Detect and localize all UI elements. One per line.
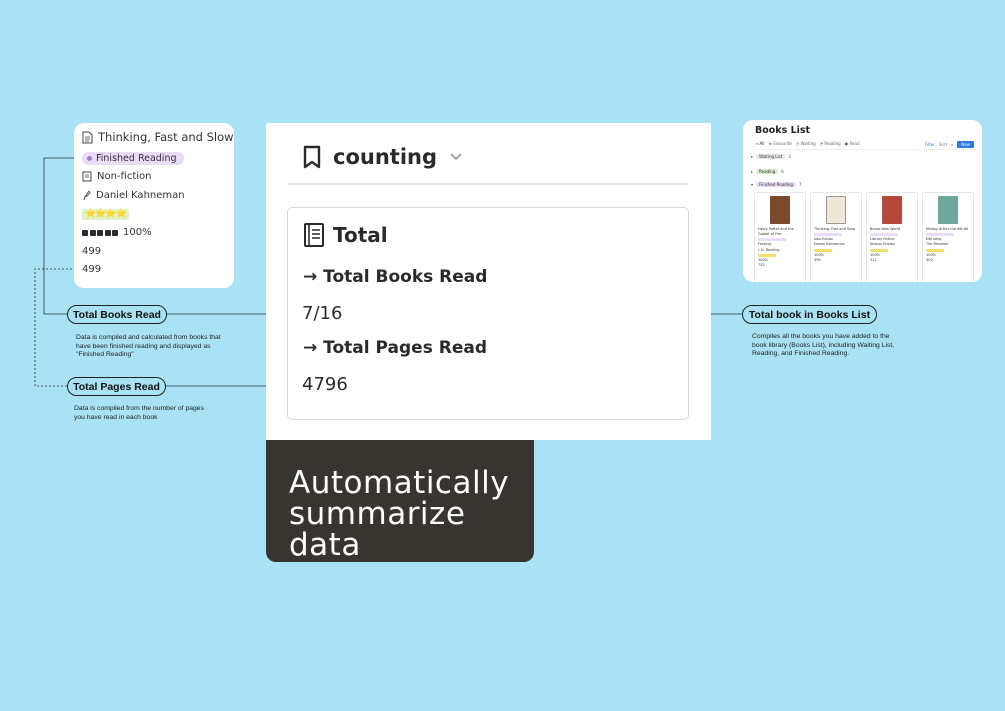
caption-line-1: Automatically [289,465,510,501]
book-cover [826,196,846,224]
tab-waiting[interactable]: ◷ Waiting [796,141,816,146]
tab-reading[interactable]: ◔ Reading [820,141,841,146]
note-total-books-read: Data is compiled and calculated from boo… [76,334,221,358]
new-button[interactable]: New [957,141,974,148]
caption-text: Automatically summarize data [289,468,534,561]
list-toolbar: Filter Sort ⌕ New [925,141,974,148]
book-progress-row: 100% [82,227,152,238]
book-genre-row: Non-fiction [82,171,152,182]
note-total-pages-read: Data is compiled from the number of page… [74,405,204,421]
pages-total: 499 [82,246,102,257]
books-list-tabs: ⌕ All ★ Favourite ◷ Waiting ◔ Reading ● … [756,141,860,146]
view-title: counting [333,145,437,169]
books-list-title: Books List [755,125,811,136]
group-tag: Finished Reading [756,182,796,187]
group-count: 6 [781,169,784,174]
books-list-card[interactable]: Books List ⌕ All ★ Favourite ◷ Waiting ◔… [743,120,982,282]
group-tag: Waiting List [756,154,786,159]
book-genre: Non-fiction [97,171,152,182]
total-pages-read-label: → Total Pages Read [303,338,487,358]
quill-icon [83,190,91,201]
book-pages-total-row: 499 [82,246,101,257]
status-dot-icon [87,156,92,161]
group-finished-reading[interactable]: ▾ Finished Reading 7 [751,182,801,187]
group-count: 3 [788,154,791,159]
chevron-down-icon[interactable]: ▾ [751,182,753,187]
book-icon [82,171,92,182]
tab-divider [755,149,974,150]
total-books-read-value: 7/16 [302,303,343,324]
book-card[interactable]: Harry Potter and the Goblet of Fire Fant… [754,192,806,282]
total-books-read-label: → Total Books Read [303,267,488,287]
callout-total-books-read: Total Books Read [67,305,167,324]
book-rating-row: ⭐⭐⭐⭐ [82,209,129,220]
tab-all[interactable]: ⌕ All [756,141,764,146]
status-badge[interactable]: Finished Reading [82,152,184,165]
callout-total-pages-read: Total Pages Read [67,377,166,396]
sort-button[interactable]: Sort [939,142,947,147]
chevron-right-icon[interactable]: ▸ [751,154,753,159]
section-title: Total [333,223,388,247]
book-author: Daniel Kahneman [96,190,185,201]
caption-line-2: summarize data [289,496,466,563]
counting-panel: counting Total → Total Books Read → Tota… [266,123,711,440]
book-cover [938,196,958,224]
tab-favourite[interactable]: ★ Favourite [768,141,791,146]
group-tag: Reading [756,169,779,174]
book-status-row: Finished Reading [82,152,184,165]
book-author-row: Daniel Kahneman [82,190,185,201]
progress-blocks [82,229,118,236]
chevron-right-icon[interactable]: ▸ [751,169,753,174]
book-card[interactable]: Brave New World Library Fiction Aldous H… [866,192,918,282]
group-waiting-list[interactable]: ▸ Waiting List 3 [751,154,791,159]
chevron-down-icon[interactable] [449,152,463,162]
book-card[interactable]: Thinking, Fast and Slow Non-fiction Dani… [810,192,862,282]
group-count: 7 [798,182,802,187]
book-title: Thinking, Fast and Slow [98,130,234,144]
tab-read[interactable]: ● Read [845,141,860,146]
search-icon[interactable]: ⌕ [951,142,953,147]
note-total-books-list: Compiles all the books you have added to… [752,333,895,357]
group-reading[interactable]: ▸ Reading 6 [751,169,784,174]
rating-stars: ⭐⭐⭐⭐ [82,209,129,220]
book-card[interactable]: Những lá thư của đời tôi Đời sống Tim Ma… [922,192,974,282]
view-header[interactable]: counting [303,145,463,169]
filter-button[interactable]: Filter [925,142,935,147]
books-gallery: Harry Potter and the Goblet of Fire Fant… [754,192,974,282]
book-cover [770,196,790,224]
book-detail-card[interactable]: Thinking, Fast and Slow Finished Reading… [74,123,234,288]
total-heading: Total [303,222,388,248]
book-title-row: Thinking, Fast and Slow [82,130,234,144]
page-icon [82,131,93,143]
callout-total-books-list: Total book in Books List [742,305,877,324]
book-pages-read-row: 499 [82,264,101,275]
progress-percent: 100% [123,227,152,238]
caption-box: Automatically summarize data [266,440,534,562]
book-cover [882,196,902,224]
header-divider [288,183,689,185]
pages-read: 499 [82,264,102,275]
bookmark-icon [303,145,321,169]
book-icon [304,223,324,247]
total-pages-read-value: 4796 [302,374,348,395]
